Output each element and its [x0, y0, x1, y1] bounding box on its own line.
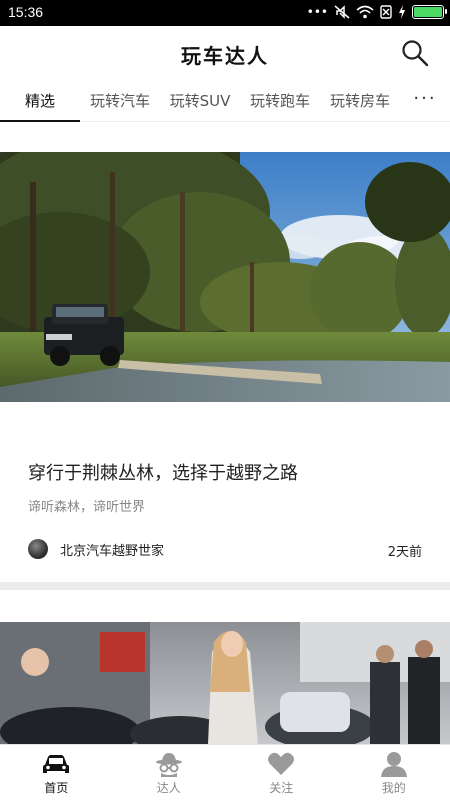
more-tabs-button[interactable]: ··· — [400, 80, 450, 122]
tab-rv[interactable]: 玩转房车 — [320, 80, 400, 122]
nav-label: 我的 — [381, 781, 406, 795]
nav-label: 首页 — [44, 781, 69, 795]
article-title[interactable]: 穿行于荆棘丛林，选择于越野之路 — [28, 459, 298, 485]
mute-icon — [334, 5, 350, 19]
avatar[interactable] — [28, 539, 48, 559]
nav-label: 达人 — [156, 781, 181, 795]
nav-profile[interactable]: 我的 — [338, 745, 450, 800]
charging-icon — [399, 5, 405, 19]
no-sim-icon — [380, 5, 392, 19]
forest-suv-photo[interactable] — [0, 152, 450, 402]
status-time: 15:36 — [8, 4, 44, 20]
spy-hat-icon — [155, 753, 182, 777]
status-bar: 15:36 ••• — [0, 0, 450, 26]
tab-featured[interactable]: 精选 — [0, 80, 80, 122]
user-icon — [380, 752, 407, 777]
wifi-icon — [356, 5, 374, 19]
category-tabs: 精选 玩转汽车 玩转SUV 玩转跑车 玩转房车 ··· — [0, 80, 450, 122]
article-author[interactable]: 北京汽车越野世家 — [28, 539, 164, 559]
status-icons: ••• — [306, 5, 447, 19]
tab-cars[interactable]: 玩转汽车 — [80, 80, 160, 122]
page-title: 玩车达人 — [181, 44, 269, 68]
nav-experts[interactable]: 达人 — [113, 745, 226, 800]
author-name[interactable]: 北京汽车越野世家 — [60, 540, 164, 559]
card-divider — [0, 582, 450, 590]
tab-suv[interactable]: 玩转SUV — [160, 80, 240, 122]
battery-icon — [412, 5, 447, 19]
app-header: 玩车达人 — [0, 26, 450, 80]
search-icon[interactable] — [400, 38, 430, 68]
car-icon — [43, 755, 70, 773]
tab-sports-cars[interactable]: 玩转跑车 — [240, 80, 320, 122]
heart-icon — [268, 752, 295, 775]
article-card[interactable] — [0, 622, 450, 744]
nav-home[interactable]: 首页 — [0, 745, 113, 800]
article-subtitle: 谛听森林，谛听世界 — [28, 500, 146, 515]
nav-label: 关注 — [269, 781, 294, 795]
more-dots-icon: ••• — [306, 5, 328, 19]
article-card[interactable]: 穿行于荆棘丛林，选择于越野之路 谛听森林，谛听世界 北京汽车越野世家 2天前 — [0, 152, 450, 582]
post-time: 2天前 — [387, 545, 422, 560]
nav-following[interactable]: 关注 — [225, 745, 338, 800]
bottom-nav: 首页 达人 关注 我的 — [0, 744, 450, 800]
auto-show-photo[interactable] — [0, 622, 450, 744]
